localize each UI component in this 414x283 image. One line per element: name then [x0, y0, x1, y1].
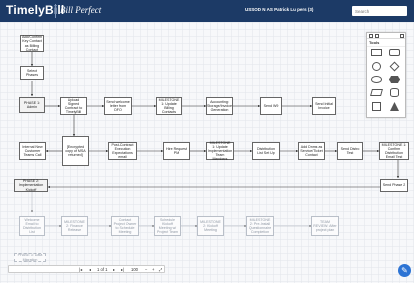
workflow-node[interactable]: TEAM REVIEW: After project plan [311, 216, 339, 236]
milestone-node[interactable]: MILESTONE 2: Finance Release [61, 216, 88, 236]
phase-node[interactable]: PHASE 1: Admin [19, 97, 45, 113]
hexagon-shape-icon[interactable] [389, 76, 400, 83]
workflow-node[interactable]: Send Distro Test [337, 142, 363, 160]
workflow-node[interactable]: Hire Request PM [163, 142, 190, 160]
expand-icon[interactable] [400, 34, 404, 38]
workflow-node[interactable]: [Encrypted copy of MSA returned] [62, 136, 89, 166]
milestone-node[interactable]: MILESTONE 2: Pre-Install Questionnaire C… [246, 216, 274, 236]
note-shape-icon[interactable] [372, 102, 381, 111]
billperfect-logo: Bill Perfect [60, 5, 102, 15]
app-header: TimelyBill Bill Perfect USSOD N AS Patri… [0, 0, 414, 22]
milestone-node[interactable]: MILESTONE 1: Update Billing Contacts [156, 97, 182, 115]
ellipse-shape-icon[interactable] [371, 76, 382, 83]
first-page-icon[interactable]: |◂ [79, 267, 82, 272]
workflow-node[interactable]: Send welcome letter from DFO [104, 97, 132, 115]
zoom-level[interactable]: 100 [131, 267, 138, 272]
workflow-node[interactable]: Schedule Kickoff Meeting w/ Project Team [154, 216, 181, 236]
triangle-shape-icon[interactable] [390, 102, 399, 111]
milestone-node[interactable]: MILESTONE 2: Kickoff Meeting [197, 216, 224, 236]
workflow-node[interactable]: Internal New Customer Teams Call [19, 142, 46, 160]
search-input[interactable] [352, 6, 407, 16]
workflow-node[interactable]: Add/Confirm Key Contact as Billing Conta… [20, 35, 44, 52]
workflow-node[interactable]: Select Phases [20, 66, 44, 80]
workflow-node[interactable]: Distribution List Set Up [252, 142, 280, 160]
zoom-in-icon[interactable]: + [152, 267, 154, 272]
workflow-node[interactable]: Welcome Email to Distribution List [19, 216, 45, 236]
milestone-node[interactable]: MILESTONE 1: Confirm Distribution Email … [379, 142, 409, 160]
phase-node[interactable]: PHASE 2: Implementation Kickoff [14, 179, 48, 192]
diamond-shape-icon[interactable] [389, 61, 400, 72]
next-page-icon[interactable]: ▸ [113, 267, 115, 272]
workflow-node[interactable]: Upload Signed Contract to TimelyBill [60, 97, 87, 115]
workflow-node[interactable]: Send Initial Invoice [312, 97, 336, 115]
tools-panel-header [367, 33, 405, 39]
tools-panel-title: Tools [367, 39, 405, 47]
workflow-node[interactable]: Send Phase 2 [380, 179, 408, 192]
workflow-canvas[interactable]: Add/Confirm Key Contact as Billing Conta… [0, 22, 414, 283]
parallelogram-shape-icon[interactable] [370, 89, 383, 96]
prev-page-icon[interactable]: ◂ [89, 267, 91, 272]
tools-panel: Tools [366, 32, 406, 118]
rounded-rectangle-shape-icon[interactable] [389, 49, 400, 56]
workflow-node[interactable]: Contact Project Owner to Schedule Meetin… [111, 216, 139, 236]
workflow-node[interactable]: Send W9 [260, 97, 282, 115]
help-fab-icon[interactable]: ✎ [398, 264, 411, 277]
page-indicator: 1 of 1 [97, 267, 108, 272]
fit-screen-icon[interactable]: ⤢ [159, 267, 162, 272]
last-page-icon[interactable]: ▸| [121, 267, 124, 272]
grid-icon[interactable] [369, 34, 373, 38]
cylinder-shape-icon[interactable] [390, 88, 399, 97]
milestone-node[interactable]: MILESTONE 1: Update Implementation Team … [206, 141, 234, 161]
workflow-node[interactable]: Accounting: Storage/Invoice Generation [206, 97, 233, 115]
circle-shape-icon[interactable] [372, 62, 381, 71]
logo-divider [55, 4, 56, 18]
zoom-out-icon[interactable]: − [145, 267, 147, 272]
zoom-toolbar: |◂ ◂ 1 of 1 ▸ ▸| 100 − + ⤢ [8, 265, 165, 273]
lock-icon[interactable] [375, 34, 379, 38]
phase-node[interactable]: PHASE 3: Data Migration [14, 253, 46, 262]
workflow-node[interactable]: Add Dnms as Service/Ticket Contact [298, 142, 325, 160]
workflow-node[interactable]: Post-Contract Execution Expectations ema… [108, 142, 137, 160]
rectangle-shape-icon[interactable] [371, 49, 382, 56]
user-info[interactable]: USSOD N AS Patrick Lu pers (3) [245, 7, 313, 12]
